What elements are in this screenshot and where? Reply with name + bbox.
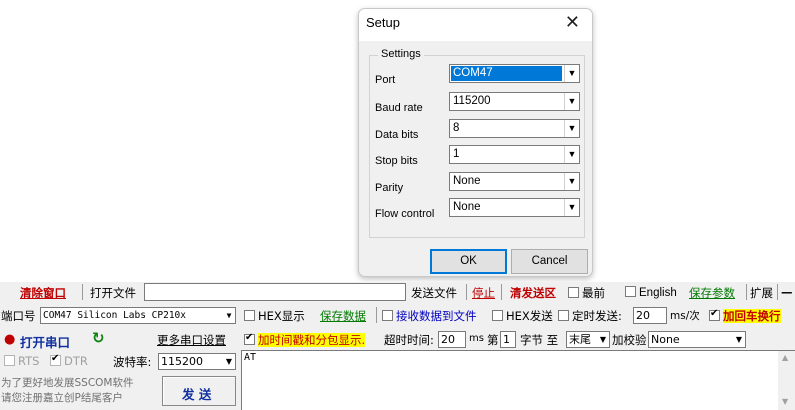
clear-window-button[interactable]: 清除窗口 — [20, 285, 66, 301]
divider — [501, 284, 502, 300]
close-icon[interactable]: ✕ — [565, 12, 580, 33]
more-settings-button[interactable]: 更多串口设置 — [157, 332, 226, 348]
save-params-button[interactable]: 保存参数 — [689, 285, 735, 301]
scroll-up-icon[interactable]: ▲ — [782, 353, 788, 362]
port-select[interactable]: COM47 ▼ — [449, 64, 580, 83]
stop-bits-select[interactable]: 1 ▼ — [449, 145, 580, 164]
dialog-titlebar: Setup ✕ — [359, 9, 592, 41]
timeout-input[interactable]: 20 — [438, 331, 466, 348]
scroll-down-icon[interactable]: ▼ — [782, 397, 788, 406]
port-label: Port — [375, 74, 396, 86]
port-number-select[interactable]: COM47 Silicon Labs CP210x ▼ — [40, 307, 236, 324]
ok-button[interactable]: OK — [430, 249, 507, 274]
sscom-panel: 清除窗口 打开文件 发送文件 停止 清发送区 最前 English 保存参数 扩… — [0, 282, 795, 410]
timestamp-checkbox[interactable]: 加时间戳和分包显示. — [244, 332, 366, 348]
byte-suffix: 字节 至 — [520, 333, 559, 347]
chevron-down-icon: ▼ — [564, 93, 579, 110]
checksum-select[interactable]: None ▼ — [648, 331, 746, 348]
send-file-button[interactable]: 发送文件 — [411, 285, 457, 301]
refresh-icon[interactable]: ↻ — [92, 329, 105, 347]
dialog-title: Setup — [366, 15, 400, 30]
rts-checkbox[interactable]: RTS — [4, 354, 39, 368]
interval-input[interactable]: 20 — [633, 307, 667, 324]
divider — [82, 284, 83, 300]
setup-dialog: Setup ✕ Settings Port Baud rate Data bit… — [358, 8, 593, 277]
chevron-down-icon: ▼ — [733, 332, 745, 347]
topmost-checkbox[interactable]: 最前 — [568, 285, 605, 301]
data-bits-select[interactable]: 8 ▼ — [449, 119, 580, 138]
open-file-button[interactable]: 打开文件 — [90, 285, 136, 301]
tail-select[interactable]: 末尾 ▼ — [566, 331, 610, 348]
cancel-button[interactable]: Cancel — [511, 249, 588, 274]
open-port-button[interactable]: 打开串口 — [20, 332, 70, 351]
flow-control-select[interactable]: None ▼ — [449, 198, 580, 217]
send-button[interactable]: 发 送 — [162, 376, 236, 406]
parity-select[interactable]: None ▼ — [449, 172, 580, 191]
file-path-field[interactable] — [144, 283, 406, 301]
send-text: AT — [244, 352, 257, 363]
stop-button[interactable]: 停止 — [472, 285, 495, 301]
timeout-unit: ms — [469, 333, 484, 344]
chevron-down-icon: ▼ — [564, 65, 579, 82]
divider — [777, 284, 778, 300]
send-textarea[interactable]: AT ▲ ▼ — [241, 350, 795, 410]
chevron-down-icon: ▼ — [223, 308, 235, 323]
baud-rate-label: Baud rate — [375, 102, 423, 114]
baud-label: 波特率: — [113, 355, 152, 369]
scrollbar[interactable]: ▲ ▼ — [778, 351, 795, 410]
baud-rate-select[interactable]: 115200 ▼ — [449, 92, 580, 111]
clear-send-button[interactable]: 清发送区 — [510, 285, 556, 301]
parity-label: Parity — [375, 182, 404, 194]
divider — [746, 284, 747, 300]
expand-button[interactable]: 扩展 — [750, 285, 773, 301]
chevron-down-icon: ▼ — [564, 199, 579, 216]
flow-control-label: Flow control — [375, 208, 435, 220]
chevron-down-icon: ▼ — [564, 146, 579, 163]
english-checkbox[interactable]: English — [625, 285, 677, 299]
interval-unit: ms/次 — [670, 310, 700, 322]
collapse-button[interactable]: — — [781, 285, 793, 299]
port-status-icon: ● — [4, 332, 16, 347]
timeout-label: 超时时间: — [384, 333, 434, 347]
byte-start-input[interactable]: 1 — [500, 331, 516, 348]
chevron-down-icon: ▼ — [223, 354, 235, 369]
promo-line-2: 请您注册嘉立创P结尾客户 — [1, 392, 123, 404]
chevron-down-icon: ▼ — [597, 332, 609, 347]
stop-bits-label: Stop bits — [375, 155, 418, 167]
settings-group-label: Settings — [378, 48, 424, 60]
add-crlf-checkbox[interactable]: 加回车换行 — [709, 308, 781, 324]
chevron-down-icon: ▼ — [564, 120, 579, 137]
recv-to-file-checkbox[interactable]: 接收数据到文件 — [382, 308, 477, 324]
checksum-label: 加校验 — [612, 333, 647, 347]
data-bits-label: Data bits — [375, 129, 419, 141]
byte-prefix: 第 — [487, 333, 499, 347]
timed-send-checkbox[interactable]: 定时发送: — [558, 308, 622, 324]
divider — [376, 307, 377, 323]
dtr-checkbox[interactable]: DTR — [50, 353, 88, 368]
baud-select[interactable]: 115200 ▼ — [158, 353, 236, 370]
divider — [466, 284, 467, 300]
hex-display-checkbox[interactable]: HEX显示 — [244, 308, 305, 324]
port-number-label: 端口号 — [1, 309, 36, 323]
chevron-down-icon: ▼ — [564, 173, 579, 190]
save-data-button[interactable]: 保存数据 — [320, 308, 366, 324]
promo-line-1: 为了更好地发展SSCOM软件 — [1, 377, 134, 389]
hex-send-checkbox[interactable]: HEX发送 — [492, 308, 553, 324]
